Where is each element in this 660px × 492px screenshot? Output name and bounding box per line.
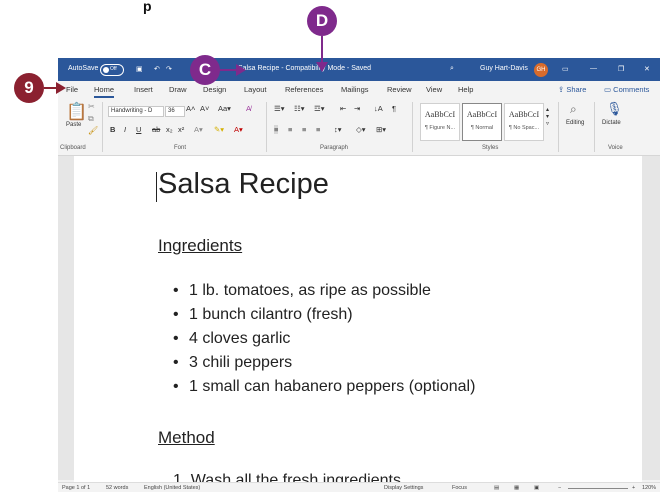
callout-c-arrow xyxy=(236,64,246,76)
callout-9: 9 xyxy=(14,73,44,103)
callout-c: C xyxy=(190,55,220,85)
callout-d-arrow xyxy=(316,62,328,72)
callout-d: D xyxy=(307,6,337,36)
callout-9-arrow xyxy=(56,82,66,94)
callout-lines xyxy=(44,36,328,94)
